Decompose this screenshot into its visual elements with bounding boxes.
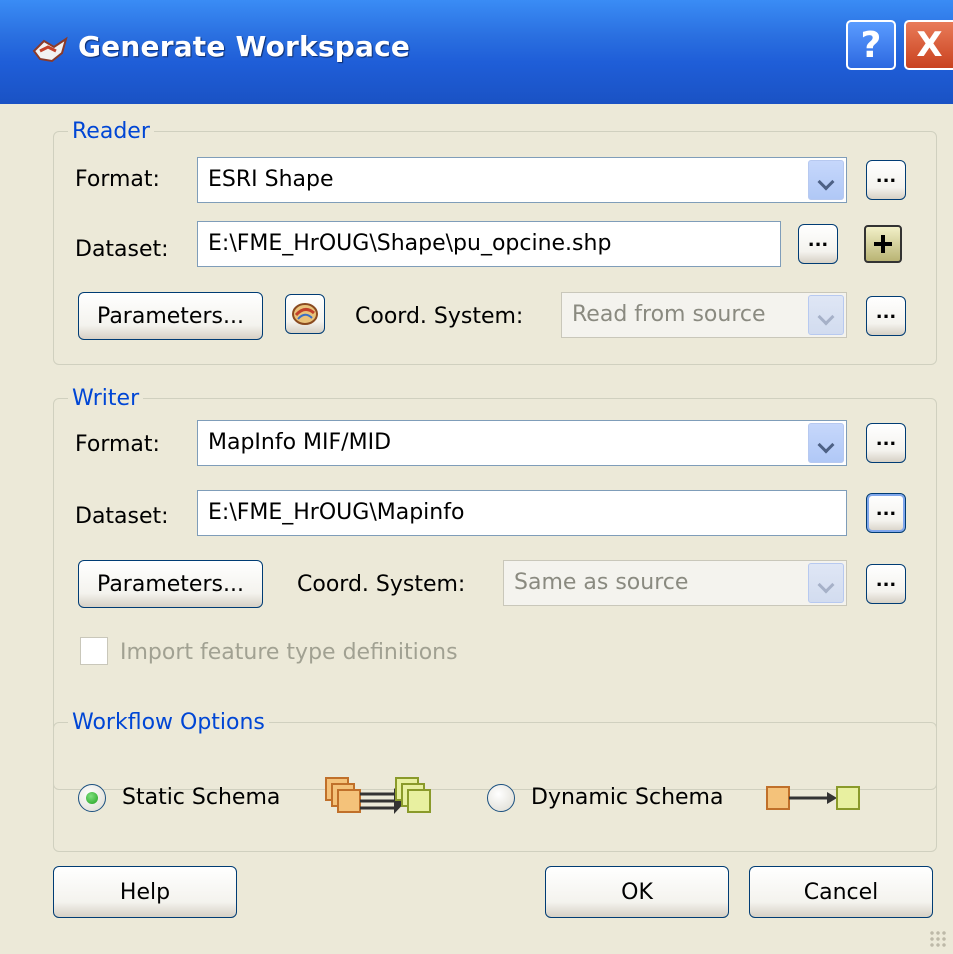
writer-legend: Writer [68, 386, 144, 412]
import-feature-types-checkbox[interactable] [80, 637, 108, 665]
combo-arrow-icon[interactable] [808, 423, 844, 463]
writer-format-browse-button[interactable]: ... [866, 423, 906, 463]
writer-coord-value: Same as source [514, 570, 689, 595]
reader-format-value: ESRI Shape [208, 167, 334, 192]
combo-arrow-icon[interactable] [808, 563, 844, 603]
ok-button[interactable]: OK [545, 866, 729, 918]
title-bar[interactable]: Generate Workspace ? X [0, 0, 953, 104]
dynamic-schema-label[interactable]: Dynamic Schema [531, 785, 723, 811]
reader-dataset-browse-button[interactable]: ... [798, 224, 838, 264]
workflow-legend: Workflow Options [68, 710, 269, 736]
window-title: Generate Workspace [78, 30, 411, 63]
help-icon[interactable]: ? [846, 20, 896, 70]
writer-coord-label: Coord. System: [297, 572, 466, 597]
resize-grip[interactable] [929, 930, 947, 948]
reader-coord-browse-button[interactable]: ... [866, 296, 906, 336]
import-feature-types-label: Import feature type definitions [120, 640, 458, 665]
reader-dataset-input[interactable]: E:\FME_HrOUG\Shape\pu_opcine.shp [197, 221, 781, 267]
coord-picker-icon[interactable] [285, 294, 325, 334]
add-icon[interactable] [864, 225, 902, 263]
combo-arrow-icon[interactable] [808, 160, 844, 200]
reader-dataset-label: Dataset: [75, 237, 169, 262]
help-button[interactable]: Help [53, 866, 237, 918]
writer-format-label: Format: [75, 432, 160, 457]
combo-arrow-icon[interactable] [808, 295, 844, 335]
writer-dataset-value: E:\FME_HrOUG\Mapinfo [208, 500, 465, 525]
reader-coord-label: Coord. System: [355, 304, 524, 329]
static-schema-radio[interactable] [78, 784, 106, 812]
reader-dataset-value: E:\FME_HrOUG\Shape\pu_opcine.shp [208, 231, 612, 256]
writer-coord-browse-button[interactable]: ... [866, 564, 906, 604]
generate-workspace-dialog: Generate Workspace ? X Reader Format: ES… [0, 0, 953, 954]
reader-format-select[interactable]: ESRI Shape [197, 157, 847, 203]
dialog-body: Reader Format: ESRI Shape ... Dataset: E… [0, 104, 953, 954]
reader-coord-select[interactable]: Read from source [561, 292, 847, 338]
dynamic-schema-radio[interactable] [487, 784, 515, 812]
static-schema-icon [325, 777, 431, 814]
writer-format-select[interactable]: MapInfo MIF/MID [197, 420, 847, 466]
reader-legend: Reader [68, 119, 154, 145]
static-schema-label[interactable]: Static Schema [122, 785, 280, 811]
app-icon [32, 36, 68, 63]
close-icon[interactable]: X [904, 20, 953, 70]
dynamic-schema-icon [766, 786, 860, 810]
writer-dataset-browse-button[interactable]: ... [866, 493, 906, 533]
reader-parameters-button[interactable]: Parameters... [78, 292, 263, 340]
reader-coord-value: Read from source [572, 302, 766, 327]
writer-dataset-input[interactable]: E:\FME_HrOUG\Mapinfo [197, 490, 847, 536]
reader-format-label: Format: [75, 167, 160, 192]
reader-format-browse-button[interactable]: ... [866, 160, 906, 200]
writer-format-value: MapInfo MIF/MID [208, 430, 392, 455]
coord-picker-glyph [292, 303, 318, 325]
writer-parameters-button[interactable]: Parameters... [78, 560, 263, 608]
writer-dataset-label: Dataset: [75, 504, 169, 529]
writer-coord-select[interactable]: Same as source [503, 560, 847, 606]
cancel-button[interactable]: Cancel [749, 866, 933, 918]
